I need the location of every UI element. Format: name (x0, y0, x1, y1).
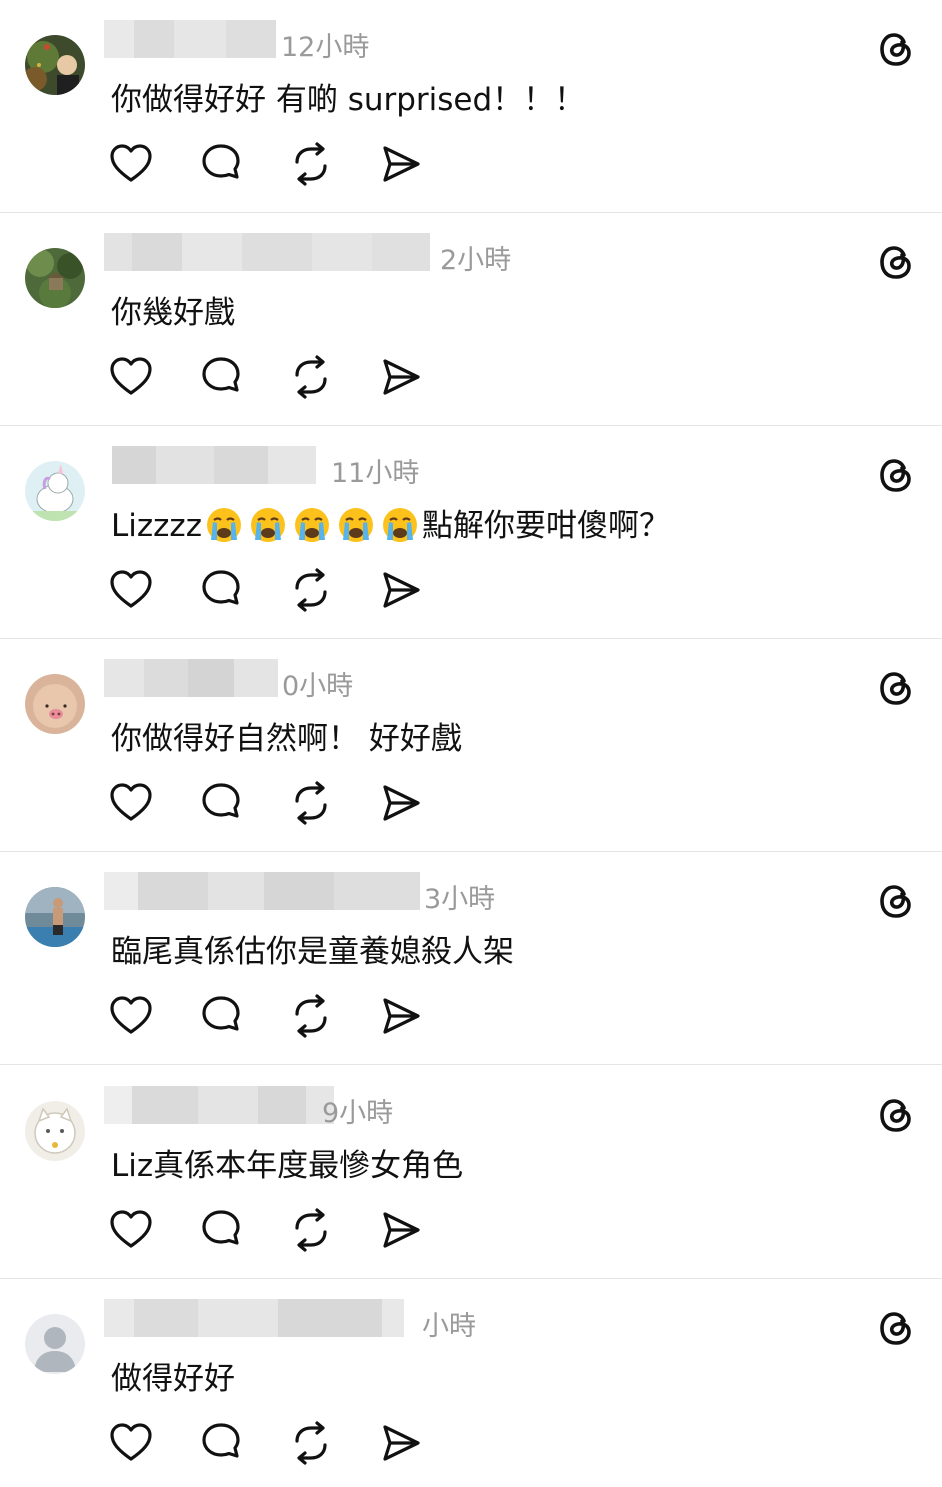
avatar[interactable] (25, 35, 85, 95)
comment-icon[interactable] (198, 353, 244, 401)
threads-icon[interactable] (876, 28, 916, 70)
comment-text: 你做得好好 有啲 surprised！！！ (111, 82, 586, 118)
comment-text: Lizzzz 點解你要咁傻啊？ (111, 506, 670, 546)
loudly-crying-face-emoji (382, 508, 417, 542)
threads-icon[interactable] (876, 667, 916, 709)
comment-text: 你幾好戲 (111, 295, 235, 331)
comment-icon[interactable] (198, 779, 244, 827)
username-blurred[interactable] (104, 1086, 334, 1124)
action-bar (108, 140, 438, 188)
action-bar (108, 353, 438, 401)
comment-item: 3小時 臨尾真係估你是童養媳殺人架 (0, 852, 942, 1065)
action-bar (108, 992, 438, 1040)
heart-icon[interactable] (108, 566, 154, 614)
comment-item: 12小時 你做得好好 有啲 surprised！！！ (0, 0, 942, 213)
comment-item: 0小時 你做得好自然啊！ 好好戲 (0, 639, 942, 852)
send-icon[interactable] (378, 779, 424, 827)
repost-icon[interactable] (288, 566, 334, 614)
loudly-crying-face-emoji (338, 508, 373, 542)
send-icon[interactable] (378, 353, 424, 401)
threads-icon[interactable] (876, 1094, 916, 1136)
username-blurred[interactable] (104, 20, 276, 58)
comment-icon[interactable] (198, 1206, 244, 1254)
timestamp: 11小時 (331, 458, 420, 489)
username-blurred[interactable] (104, 446, 316, 484)
repost-icon[interactable] (288, 1419, 334, 1467)
comment-text: 你做得好自然啊！ 好好戲 (111, 721, 462, 757)
avatar[interactable] (25, 1101, 85, 1161)
heart-icon[interactable] (108, 353, 154, 401)
threads-icon[interactable] (876, 454, 916, 496)
action-bar (108, 1419, 438, 1467)
comment-feed: 12小時 你做得好好 有啲 surprised！！！ 2小時 你幾好戲 11小時… (0, 0, 942, 1487)
comment-icon[interactable] (198, 566, 244, 614)
username-blurred[interactable] (104, 233, 430, 271)
avatar[interactable] (25, 887, 85, 947)
timestamp: 0小時 (282, 671, 354, 702)
comment-icon[interactable] (198, 992, 244, 1040)
timestamp: 3小時 (424, 884, 496, 915)
comment-text: 臨尾真係估你是童養媳殺人架 (111, 934, 514, 970)
threads-icon[interactable] (876, 241, 916, 283)
heart-icon[interactable] (108, 779, 154, 827)
repost-icon[interactable] (288, 140, 334, 188)
repost-icon[interactable] (288, 353, 334, 401)
loudly-crying-face-emoji (294, 508, 329, 542)
threads-icon[interactable] (876, 1307, 916, 1349)
comment-item: 9小時 Liz真係本年度最慘女角色 (0, 1066, 942, 1279)
send-icon[interactable] (378, 1206, 424, 1254)
avatar[interactable] (25, 248, 85, 308)
loudly-crying-face-emoji (250, 508, 285, 542)
loudly-crying-face-emoji (206, 508, 241, 542)
send-icon[interactable] (378, 1419, 424, 1467)
comment-icon[interactable] (198, 140, 244, 188)
avatar[interactable] (25, 1314, 85, 1374)
comment-item: 小時 做得好好 (0, 1279, 942, 1487)
comment-item: 2小時 你幾好戲 (0, 213, 942, 426)
username-blurred[interactable] (104, 872, 420, 910)
avatar[interactable] (25, 674, 85, 734)
send-icon[interactable] (378, 992, 424, 1040)
avatar[interactable] (25, 461, 85, 521)
repost-icon[interactable] (288, 779, 334, 827)
comment-item: 11小時 Lizzzz 點解你要咁傻啊？ (0, 426, 942, 639)
repost-icon[interactable] (288, 992, 334, 1040)
heart-icon[interactable] (108, 1419, 154, 1467)
action-bar (108, 779, 438, 827)
timestamp: 9小時 (322, 1098, 394, 1129)
action-bar (108, 566, 438, 614)
threads-icon[interactable] (876, 880, 916, 922)
comment-text-suffix: 點解你要咁傻啊？ (421, 508, 670, 544)
repost-icon[interactable] (288, 1206, 334, 1254)
timestamp: 12小時 (281, 32, 370, 63)
comment-icon[interactable] (198, 1419, 244, 1467)
timestamp: 小時 (422, 1311, 476, 1342)
heart-icon[interactable] (108, 140, 154, 188)
username-blurred[interactable] (104, 659, 278, 697)
username-blurred[interactable] (104, 1299, 404, 1337)
comment-text-prefix: Lizzzz (111, 508, 202, 544)
send-icon[interactable] (378, 566, 424, 614)
heart-icon[interactable] (108, 992, 154, 1040)
send-icon[interactable] (378, 140, 424, 188)
comment-text: 做得好好 (111, 1361, 235, 1397)
timestamp: 2小時 (440, 245, 512, 276)
comment-text: Liz真係本年度最慘女角色 (111, 1148, 464, 1184)
action-bar (108, 1206, 438, 1254)
heart-icon[interactable] (108, 1206, 154, 1254)
